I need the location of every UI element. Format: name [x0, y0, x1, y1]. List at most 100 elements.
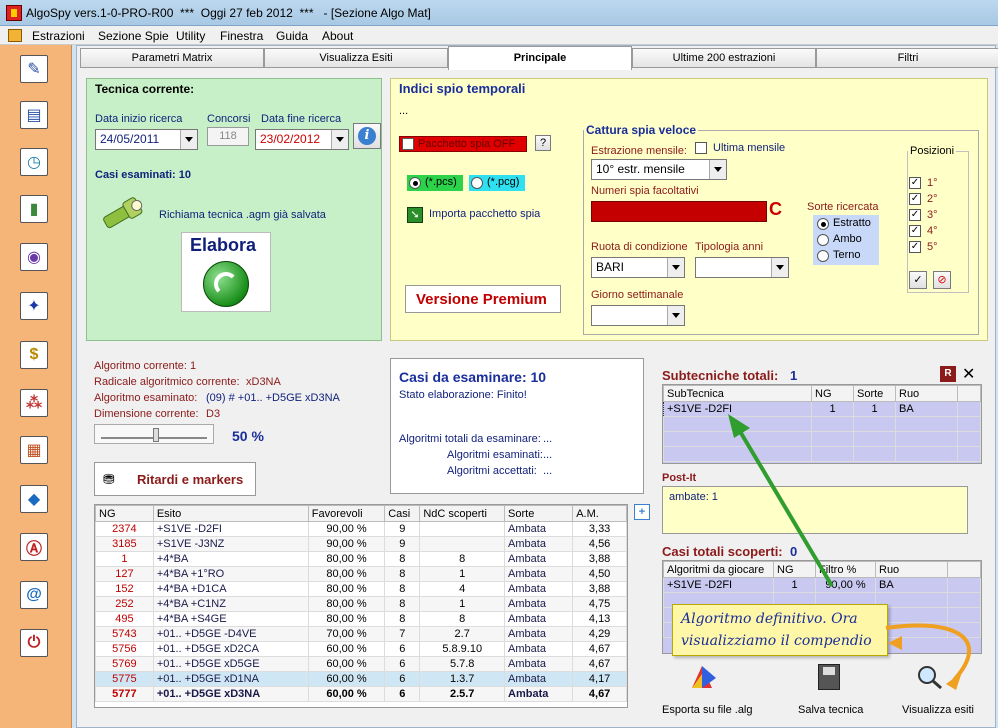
data-inizio-combo[interactable]: 24/05/2011 [95, 129, 198, 150]
pcg-radio[interactable] [471, 177, 483, 189]
chevron-down-icon[interactable] [667, 306, 684, 325]
flashlight-icon[interactable]: ▮ [20, 195, 48, 223]
column-header[interactable]: NG [95, 505, 154, 522]
chevron-down-icon[interactable] [667, 258, 684, 277]
estratto-radio[interactable] [817, 218, 829, 230]
balls-pyramid-icon[interactable]: ⁂ [20, 389, 48, 417]
pos3-checkbox[interactable]: ✓ [909, 209, 921, 221]
table-row[interactable]: 5769 +01.. +D5GE xD5GE 60,00 % 6 5.7.8 Ambata… [95, 656, 627, 672]
document-menu-icon[interactable] [8, 29, 22, 42]
column-header[interactable]: NdC scoperti [419, 505, 506, 522]
letter-a-icon[interactable]: Ⓐ [20, 533, 48, 561]
lightbulb-icon[interactable]: ◉ [20, 243, 48, 271]
check-all-button[interactable]: ✓ [909, 271, 927, 289]
help-button[interactable]: ? [535, 135, 551, 151]
table-row[interactable]: 1 +4*BA 80,00 % 8 8 Ambata 3,88 [95, 551, 627, 567]
flashlight-icon[interactable] [99, 196, 145, 232]
power-icon[interactable]: ⏻ [20, 629, 48, 657]
column-header[interactable]: Sorte [504, 505, 574, 522]
info-button[interactable]: i [353, 123, 381, 149]
importa-label[interactable]: Importa pacchetto spia [429, 208, 540, 220]
column-header[interactable]: Ruo [895, 385, 958, 402]
elabora-button[interactable]: Elabora [181, 232, 271, 312]
premium-button[interactable]: Versione Premium [405, 285, 561, 313]
pcs-radio[interactable] [409, 177, 421, 189]
visualizza-label[interactable]: Visualizza esiti [902, 704, 974, 716]
menu-guida[interactable]: Guida [276, 29, 308, 43]
chevron-down-icon[interactable] [709, 160, 726, 179]
tab-filtri[interactable]: Filtri [816, 48, 998, 68]
clock-icon[interactable]: ◷ [20, 148, 48, 176]
chevron-down-icon[interactable] [180, 130, 197, 149]
column-header[interactable]: Esito [152, 505, 309, 522]
column-header[interactable]: Sorte [853, 385, 896, 402]
book-icon[interactable]: ▤ [20, 101, 48, 129]
table-row[interactable]: 495 +4*BA +S4GE 80,00 % 8 8 Ambata 4,13 [95, 611, 627, 627]
floppy-icon[interactable] [818, 664, 840, 690]
clear-c-button[interactable]: C [769, 199, 782, 220]
dimensione-slider[interactable] [94, 424, 214, 444]
email-book-icon[interactable]: @ [20, 581, 48, 609]
ruota-combo[interactable]: BARI [591, 257, 685, 278]
import-arrow-icon[interactable]: ➘ [407, 207, 423, 223]
richiama-link[interactable]: Richiama tecnica .agm già salvata [159, 209, 326, 221]
report-icon[interactable]: R [940, 366, 956, 382]
lottery-icon[interactable]: ✦ [20, 292, 48, 320]
table-row[interactable]: 5743 +01.. +D5GE -D4VE 70,00 % 7 2.7 Ambata 4,… [95, 626, 627, 642]
table-row[interactable]: 5756 +01.. +D5GE xD2CA 60,00 % 6 5.8.9.10 Amb… [95, 641, 627, 657]
salva-label[interactable]: Salva tecnica [798, 704, 863, 716]
tab-ultime-200[interactable]: Ultime 200 estrazioni [632, 48, 816, 68]
ultima-mensile-checkbox[interactable] [695, 142, 707, 154]
menu-utility[interactable]: Utility [176, 29, 205, 43]
pos4-checkbox[interactable]: ✓ [909, 225, 921, 237]
chevron-down-icon[interactable] [771, 258, 788, 277]
pacchetto-checkbox[interactable] [402, 138, 414, 150]
column-header[interactable]: NG [811, 385, 854, 402]
giorno-combo[interactable] [591, 305, 685, 326]
pcg-option[interactable]: (*.pcg) [469, 175, 525, 191]
palette-icon[interactable] [682, 664, 724, 690]
table-row[interactable]: 252 +4*BA +C1NZ 80,00 % 8 1 Ambata 4,75 [95, 596, 627, 612]
table-row[interactable]: 5777 +01.. +D5GE xD3NA 60,00 % 6 2.5.7 Ambata… [95, 686, 627, 702]
pos5-checkbox[interactable]: ✓ [909, 241, 921, 253]
tab-parametri-matrix[interactable]: Parametri Matrix [80, 48, 264, 68]
tipologia-combo[interactable] [695, 257, 789, 278]
table-row[interactable]: 3185 +S1VE -J3NZ 90,00 % 9 Ambata 4,56 [95, 536, 627, 552]
add-icon[interactable]: + [634, 504, 650, 520]
table-row[interactable]: 2374 +S1VE -D2FI 90,00 % 9 Ambata 3,33 [95, 521, 627, 537]
column-header[interactable]: Ruo [875, 561, 948, 578]
pacchetto-spia-toggle[interactable]: Pacchetto spia OFF [399, 136, 527, 152]
chevron-down-icon[interactable] [331, 130, 348, 149]
data-fine-combo[interactable]: 23/02/2012 [255, 129, 349, 150]
ritardi-button[interactable]: ⛃ Ritardi e markers [94, 462, 256, 496]
table-cell: +4*BA [152, 551, 309, 567]
clear-all-button[interactable]: ⊘ [933, 271, 951, 289]
diamond-icon[interactable]: ◆ [20, 485, 48, 513]
table-row[interactable]: 5775 +01.. +D5GE xD1NA 60,00 % 6 1.3.7 Ambata… [95, 671, 627, 687]
column-header[interactable]: SubTecnica [663, 385, 812, 402]
menu-finestra[interactable]: Finestra [220, 29, 263, 43]
dollar-icon[interactable]: $ [20, 341, 48, 369]
table-row[interactable]: 152 +4*BA +D1CA 80,00 % 8 4 Ambata 3,88 [95, 581, 627, 597]
numeri-spia-input[interactable] [591, 201, 767, 222]
terno-radio[interactable] [817, 250, 829, 262]
column-header[interactable]: Casi [384, 505, 421, 522]
close-icon[interactable]: ✕ [962, 364, 975, 384]
tab-visualizza-esiti[interactable]: Visualizza Esiti [264, 48, 448, 68]
tab-principale[interactable]: Principale [448, 46, 632, 70]
menu-about[interactable]: About [322, 29, 353, 43]
esporta-label[interactable]: Esporta su file .alg [662, 704, 753, 716]
pencil-icon[interactable]: ✎ [20, 55, 48, 83]
slider-thumb[interactable] [153, 428, 159, 442]
menu-estrazioni[interactable]: Estrazioni [32, 29, 85, 43]
calendar-icon[interactable]: ▦ [20, 436, 48, 464]
ambo-radio[interactable] [817, 234, 829, 246]
table-row[interactable]: 127 +4*BA +1°RO 80,00 % 8 1 Ambata 4,50 [95, 566, 627, 582]
pos2-checkbox[interactable]: ✓ [909, 193, 921, 205]
column-header[interactable]: Favorevoli [307, 505, 386, 522]
pos1-checkbox[interactable]: ✓ [909, 177, 921, 189]
pcs-option[interactable]: (*.pcs) [407, 175, 463, 191]
estrazione-combo[interactable]: 10° estr. mensile [591, 159, 727, 180]
menu-sezione-spie[interactable]: Sezione Spie [98, 29, 169, 43]
column-header[interactable]: A.M. [572, 505, 627, 522]
